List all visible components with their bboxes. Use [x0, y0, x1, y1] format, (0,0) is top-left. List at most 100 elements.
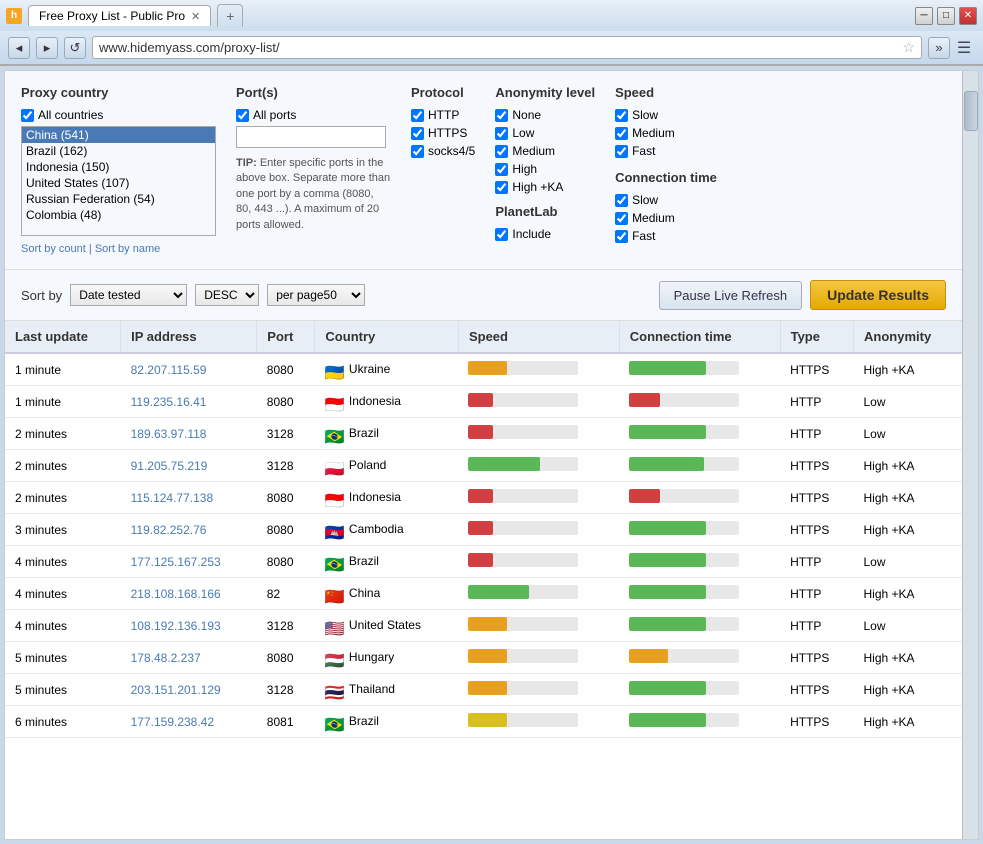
ip-link[interactable]: 189.63.97.118: [131, 427, 207, 441]
table-row: 2 minutes 91.205.75.219 3128 🇵🇱Poland HT…: [5, 450, 962, 482]
bookmark-icon[interactable]: ☆: [902, 39, 915, 56]
cell-ip: 203.151.201.129: [121, 674, 257, 706]
ip-link[interactable]: 178.48.2.237: [131, 651, 201, 665]
col-speed: Speed: [458, 321, 619, 353]
new-tab-button[interactable]: +: [217, 4, 243, 27]
minimize-button[interactable]: ─: [915, 7, 933, 25]
maximize-button[interactable]: □: [937, 7, 955, 25]
country-colombia[interactable]: Colombia (48): [22, 207, 215, 223]
ip-link[interactable]: 203.151.201.129: [131, 683, 221, 697]
cell-conn-time: [619, 642, 780, 674]
all-countries-checkbox[interactable]: [21, 109, 34, 122]
menu-icon[interactable]: ☰: [953, 37, 975, 59]
cell-port: 8080: [257, 482, 315, 514]
anon-high-ka-checkbox[interactable]: [495, 181, 508, 194]
port-input[interactable]: [236, 126, 386, 148]
speed-bar-fill: [468, 393, 492, 407]
ip-link[interactable]: 177.125.167.253: [131, 555, 221, 569]
browser-tab[interactable]: Free Proxy List - Public Pro ✕: [28, 5, 211, 26]
speed-bar-fill: [468, 585, 529, 599]
anon-low-row: Low: [495, 126, 595, 140]
ip-link[interactable]: 108.192.136.193: [131, 619, 221, 633]
speed-medium-label: Medium: [632, 126, 675, 140]
all-countries-label: All countries: [38, 108, 103, 122]
country-flag: 🇭🇺: [325, 651, 345, 665]
protocol-http-checkbox[interactable]: [411, 109, 424, 122]
cell-port: 8081: [257, 706, 315, 738]
cell-ip: 218.108.168.166: [121, 578, 257, 610]
country-list[interactable]: China (541) Brazil (162) Indonesia (150)…: [21, 126, 216, 236]
country-united-states[interactable]: United States (107): [22, 175, 215, 191]
sort-links: Sort by count | Sort by name: [21, 243, 216, 255]
ip-link[interactable]: 177.159.238.42: [131, 715, 214, 729]
ip-link[interactable]: 119.235.16.41: [131, 395, 207, 409]
anon-medium-label: Medium: [512, 144, 555, 158]
anon-low-checkbox[interactable]: [495, 127, 508, 140]
nav-bar: ◂ ▸ ↺ www.hidemyass.com/proxy-list/ ☆ » …: [0, 31, 983, 65]
sort-order-select[interactable]: DESC ASC: [195, 284, 259, 306]
protocol-socks-checkbox[interactable]: [411, 145, 424, 158]
conn-fast-checkbox[interactable]: [615, 230, 628, 243]
conn-slow-row: Slow: [615, 193, 717, 207]
back-button[interactable]: ◂: [8, 37, 30, 59]
sort-by-name-link[interactable]: Sort by name: [95, 243, 160, 255]
nav-extra: » ☰: [928, 37, 975, 59]
anon-none-checkbox[interactable]: [495, 109, 508, 122]
cell-last-update: 1 minute: [5, 386, 121, 418]
speed-medium-checkbox[interactable]: [615, 127, 628, 140]
forward-button[interactable]: ▸: [36, 37, 58, 59]
cell-anonymity: High +KA: [854, 578, 963, 610]
ip-link[interactable]: 218.108.168.166: [131, 587, 221, 601]
all-ports-checkbox[interactable]: [236, 109, 249, 122]
sort-by-count-link[interactable]: Sort by count: [21, 243, 86, 255]
ip-link[interactable]: 119.82.252.76: [131, 523, 207, 537]
country-indonesia[interactable]: Indonesia (150): [22, 159, 215, 175]
cell-country: 🇧🇷Brazil: [315, 418, 459, 450]
protocol-http-label: HTTP: [428, 108, 459, 122]
scrollbar-thumb[interactable]: [964, 91, 978, 131]
cell-type: HTTPS: [780, 514, 853, 546]
cell-speed: [458, 642, 619, 674]
cell-speed: [458, 578, 619, 610]
cell-speed: [458, 450, 619, 482]
speed-slow-checkbox[interactable]: [615, 109, 628, 122]
country-russia[interactable]: Russian Federation (54): [22, 191, 215, 207]
protocol-https-checkbox[interactable]: [411, 127, 424, 140]
ip-link[interactable]: 115.124.77.138: [131, 491, 214, 505]
per-page-select[interactable]: per page50 per page30 per page100: [267, 284, 365, 306]
cell-port: 3128: [257, 450, 315, 482]
conn-bar: [629, 553, 739, 567]
cell-speed: [458, 418, 619, 450]
sort-field-select[interactable]: Date tested Last update Speed Connection…: [70, 284, 187, 306]
anon-medium-checkbox[interactable]: [495, 145, 508, 158]
close-button[interactable]: ✕: [959, 7, 977, 25]
conn-medium-label: Medium: [632, 211, 675, 225]
country-china[interactable]: China (541): [22, 127, 215, 143]
update-results-button[interactable]: Update Results: [810, 280, 946, 310]
cell-conn-time: [619, 706, 780, 738]
refresh-button[interactable]: ↺: [64, 37, 86, 59]
planetlab-checkbox[interactable]: [495, 228, 508, 241]
ip-link[interactable]: 91.205.75.219: [131, 459, 208, 473]
speed-filter: Speed Slow Medium Fast: [615, 85, 717, 243]
tab-close-button[interactable]: ✕: [191, 10, 200, 23]
scrollbar-track[interactable]: [962, 71, 978, 839]
address-bar[interactable]: www.hidemyass.com/proxy-list/ ☆: [92, 36, 922, 59]
conn-slow-checkbox[interactable]: [615, 194, 628, 207]
ip-link[interactable]: 82.207.115.59: [131, 363, 207, 377]
country-flag: 🇨🇳: [325, 587, 345, 601]
page: Proxy country All countries China (541) …: [4, 70, 979, 840]
speed-bar: [468, 489, 578, 503]
speed-bar: [468, 617, 578, 631]
pause-live-refresh-button[interactable]: Pause Live Refresh: [659, 281, 802, 310]
table-header-row: Last update IP address Port Country Spee…: [5, 321, 962, 353]
anon-high-checkbox[interactable]: [495, 163, 508, 176]
cell-last-update: 5 minutes: [5, 674, 121, 706]
country-brazil[interactable]: Brazil (162): [22, 143, 215, 159]
speed-fast-checkbox[interactable]: [615, 145, 628, 158]
cell-country: 🇹🇭Thailand: [315, 674, 459, 706]
cell-country: 🇧🇷Brazil: [315, 706, 459, 738]
extensions-button[interactable]: »: [928, 37, 950, 59]
speed-bar-fill: [468, 649, 507, 663]
conn-medium-checkbox[interactable]: [615, 212, 628, 225]
